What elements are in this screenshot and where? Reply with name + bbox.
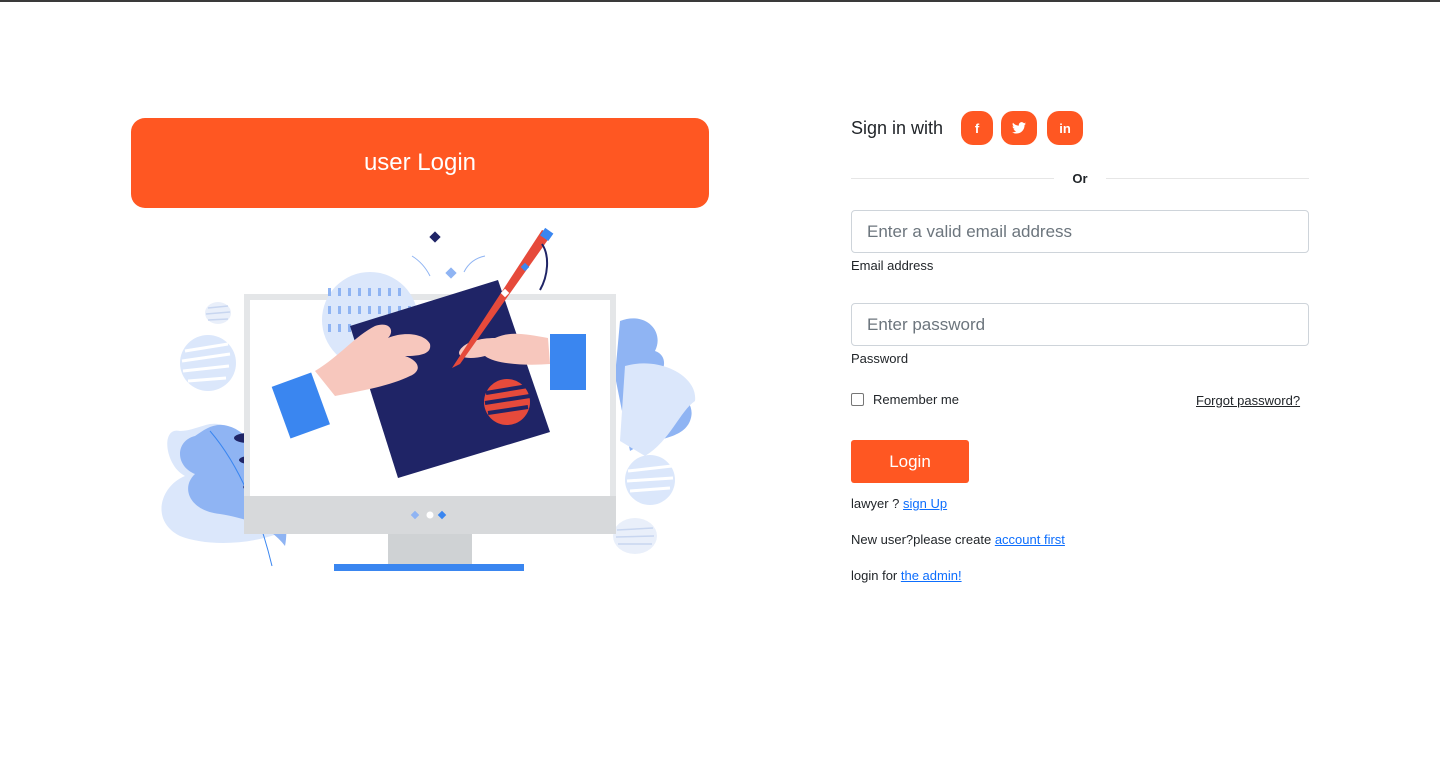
password-label: Password [851,351,909,366]
facebook-icon: f [974,120,980,136]
remember-me: Remember me [851,392,959,407]
signup-link[interactable]: sign Up [903,496,947,511]
page-title: user Login [363,149,477,176]
facebook-button[interactable]: f [961,111,994,145]
divider-line-left [851,177,1055,179]
linkedin-icon: in [1059,120,1071,136]
email-label: Email address [851,258,934,273]
login-banner: user Login [131,118,709,208]
login-illustration [161,227,696,571]
password-group: Password [851,303,1309,366]
twitter-button[interactable] [1001,111,1038,145]
twitter-icon [1012,122,1027,134]
divider-text: Or [1072,170,1088,186]
remember-me-label: Remember me [873,392,959,407]
lawyer-signup-line: lawyer ? sign Up [851,496,947,511]
remember-me-checkbox[interactable] [851,393,864,406]
forgot-password-link[interactable]: Forgot password? [1196,393,1300,408]
email-input[interactable] [851,210,1309,253]
admin-login-link[interactable]: the admin! [901,568,962,583]
social-signin-row: Sign in with f in [851,110,1093,146]
divider-line-right [1105,177,1310,179]
create-account-link[interactable]: account first [995,532,1065,547]
top-border [0,0,1440,2]
admin-login-line: login for the admin! [851,568,962,583]
linkedin-button[interactable]: in [1047,111,1084,145]
admin-prefix: login for [851,568,901,583]
or-divider: Or [851,168,1310,188]
password-input[interactable] [851,303,1309,346]
new-user-prefix: New user?please create [851,532,995,547]
new-user-line: New user?please create account first [851,532,1065,547]
email-group: Email address [851,210,1309,273]
signin-label: Sign in with [851,117,944,138]
login-button[interactable]: Login [851,440,969,483]
lawyer-prefix: lawyer ? [851,496,904,511]
